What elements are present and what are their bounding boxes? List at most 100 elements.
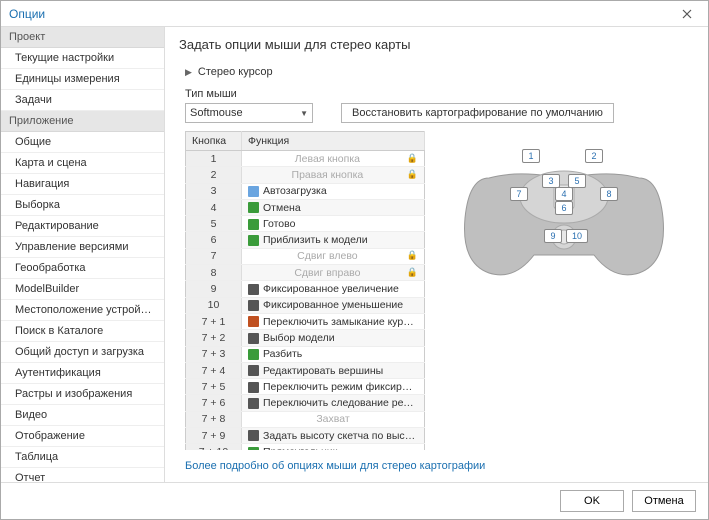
lock-icon: 🔒	[407, 267, 418, 278]
main-panel: Задать опции мыши для стерео карты ▶ Сте…	[165, 27, 708, 482]
table-row[interactable]: 3Автозагрузка	[186, 183, 425, 199]
function-cell[interactable]: Фиксированное увеличение	[242, 281, 425, 297]
table-row[interactable]: 9 Фиксированное увеличение	[186, 281, 425, 297]
controller-illustration: 1 2 3 4 5 6 7 8 9 10	[437, 141, 694, 450]
chevron-right-icon: ▶	[185, 67, 192, 78]
sidebar-item[interactable]: Отчет	[1, 468, 164, 482]
sidebar-item[interactable]: Растры и изображения	[1, 384, 164, 405]
help-link[interactable]: Более подробно об опциях мыши для стерео…	[185, 450, 694, 472]
close-button[interactable]	[674, 4, 700, 24]
col-function[interactable]: Функция	[242, 132, 425, 151]
function-icon	[248, 365, 259, 376]
table-row[interactable]: 1Левая кнопка🔒	[186, 151, 425, 167]
function-cell[interactable]: Переключить замыкание курсора на по	[242, 313, 425, 329]
function-label: Правая кнопка	[292, 169, 364, 181]
sidebar-item[interactable]: Текущие настройки	[1, 48, 164, 69]
function-cell[interactable]: Выбор модели	[242, 330, 425, 346]
mouse-type-dropdown[interactable]: Softmouse ▼	[185, 103, 313, 123]
function-cell[interactable]: Задать высоту скетча по высоте курсора	[242, 428, 425, 444]
sidebar[interactable]: ПроектТекущие настройкиЕдиницы измерения…	[1, 27, 165, 482]
function-cell[interactable]: Фиксированное уменьшение	[242, 297, 425, 313]
function-label: Захват	[316, 413, 349, 425]
sidebar-item[interactable]: Отображение	[1, 426, 164, 447]
button-cell: 4	[186, 199, 242, 215]
function-icon	[248, 284, 259, 295]
button-cell: 9	[186, 281, 242, 297]
function-cell[interactable]: Разбить	[242, 346, 425, 362]
gamepad-icon	[459, 163, 669, 281]
pad-key-1: 1	[522, 149, 540, 163]
function-cell[interactable]: Захват	[242, 411, 425, 427]
table-row[interactable]: 7 + 9Задать высоту скетча по высоте курс…	[186, 428, 425, 444]
function-cell[interactable]: Отмена	[242, 199, 425, 215]
restore-defaults-button[interactable]: Восстановить картографирование по умолча…	[341, 103, 614, 123]
function-cell[interactable]: Приблизить к модели	[242, 232, 425, 248]
function-icon	[248, 430, 259, 441]
cancel-button[interactable]: Отмена	[632, 490, 696, 512]
sidebar-item[interactable]: Управление версиями	[1, 237, 164, 258]
titlebar: Опции	[1, 1, 708, 27]
window-title: Опции	[9, 7, 45, 21]
sidebar-item[interactable]: Видео	[1, 405, 164, 426]
sidebar-item[interactable]: Таблица	[1, 447, 164, 468]
table-row[interactable]: 7 + 3 Разбить	[186, 346, 425, 362]
function-icon	[248, 349, 259, 360]
table-row[interactable]: 2Правая кнопка🔒	[186, 167, 425, 183]
table-row[interactable]: 7Сдвиг влево🔒	[186, 248, 425, 264]
function-label: Переключить следование рельефу	[263, 397, 425, 409]
button-cell: 7 + 3	[186, 346, 242, 362]
sidebar-item[interactable]: Задачи	[1, 90, 164, 111]
sidebar-item[interactable]: Аутентификация	[1, 363, 164, 384]
table-row[interactable]: 6Приблизить к модели	[186, 232, 425, 248]
close-icon	[682, 9, 692, 19]
table-row[interactable]: 5Готово	[186, 216, 425, 232]
pad-key-4: 4	[555, 187, 573, 201]
sidebar-item[interactable]: Единицы измерения	[1, 69, 164, 90]
function-cell[interactable]: Сдвиг влево🔒	[242, 248, 425, 264]
function-label: Приблизить к модели	[263, 234, 368, 246]
dropdown-value: Softmouse	[190, 107, 243, 119]
footer: OK Отмена	[1, 483, 708, 519]
sidebar-item[interactable]: Геообработка	[1, 258, 164, 279]
function-cell[interactable]: Левая кнопка🔒	[242, 151, 425, 167]
pad-key-3: 3	[542, 174, 560, 188]
function-cell[interactable]: Редактировать вершины	[242, 362, 425, 378]
sidebar-item[interactable]: Выборка	[1, 195, 164, 216]
button-cell: 7 + 6	[186, 395, 242, 411]
col-button[interactable]: Кнопка	[186, 132, 242, 151]
sidebar-item[interactable]: Поиск в Каталоге	[1, 321, 164, 342]
ok-button[interactable]: OK	[560, 490, 624, 512]
function-cell[interactable]: Переключить режим фиксированного к	[242, 379, 425, 395]
stereo-cursor-expander[interactable]: ▶ Стерео курсор	[185, 66, 694, 78]
lock-icon: 🔒	[407, 169, 418, 180]
table-row[interactable]: 7 + 4Редактировать вершины	[186, 362, 425, 378]
sidebar-item[interactable]: Карта и сцена	[1, 153, 164, 174]
table-row[interactable]: 7 + 5Переключить режим фиксированного к	[186, 379, 425, 395]
function-cell[interactable]: Сдвиг вправо🔒	[242, 265, 425, 281]
table-row[interactable]: 7 + 1Переключить замыкание курсора на по	[186, 313, 425, 329]
table-row[interactable]: 7 + 2Выбор модели	[186, 330, 425, 346]
function-cell[interactable]: Переключить следование рельефу	[242, 395, 425, 411]
function-cell[interactable]: Автозагрузка	[242, 183, 425, 199]
table-row[interactable]: 8Сдвиг вправо🔒	[186, 265, 425, 281]
function-cell[interactable]: Правая кнопка 🔒	[242, 167, 425, 183]
function-label: Переключить режим фиксированного к	[263, 381, 425, 393]
sidebar-item[interactable]: Редактирование	[1, 216, 164, 237]
sidebar-item[interactable]: Общие	[1, 132, 164, 153]
sidebar-group-header: Приложение	[1, 111, 164, 132]
function-cell[interactable]: Готово	[242, 216, 425, 232]
table-row[interactable]: 7 + 6 Переключить следование рельефу	[186, 395, 425, 411]
table-row[interactable]: 10Фиксированное уменьшение	[186, 297, 425, 313]
sidebar-item[interactable]: Навигация	[1, 174, 164, 195]
sidebar-item[interactable]: Местоположение устройства	[1, 300, 164, 321]
function-label: Разбить	[263, 348, 302, 360]
table-row[interactable]: 7 + 8Захват	[186, 411, 425, 427]
sidebar-item[interactable]: Общий доступ и загрузка	[1, 342, 164, 363]
function-label: Выбор модели	[263, 332, 335, 344]
table-row[interactable]: 4Отмена	[186, 199, 425, 215]
function-label: Фиксированное увеличение	[263, 283, 399, 295]
function-icon	[248, 398, 259, 409]
pad-key-7: 7	[510, 187, 528, 201]
sidebar-item[interactable]: ModelBuilder	[1, 279, 164, 300]
function-label: Автозагрузка	[263, 185, 327, 197]
